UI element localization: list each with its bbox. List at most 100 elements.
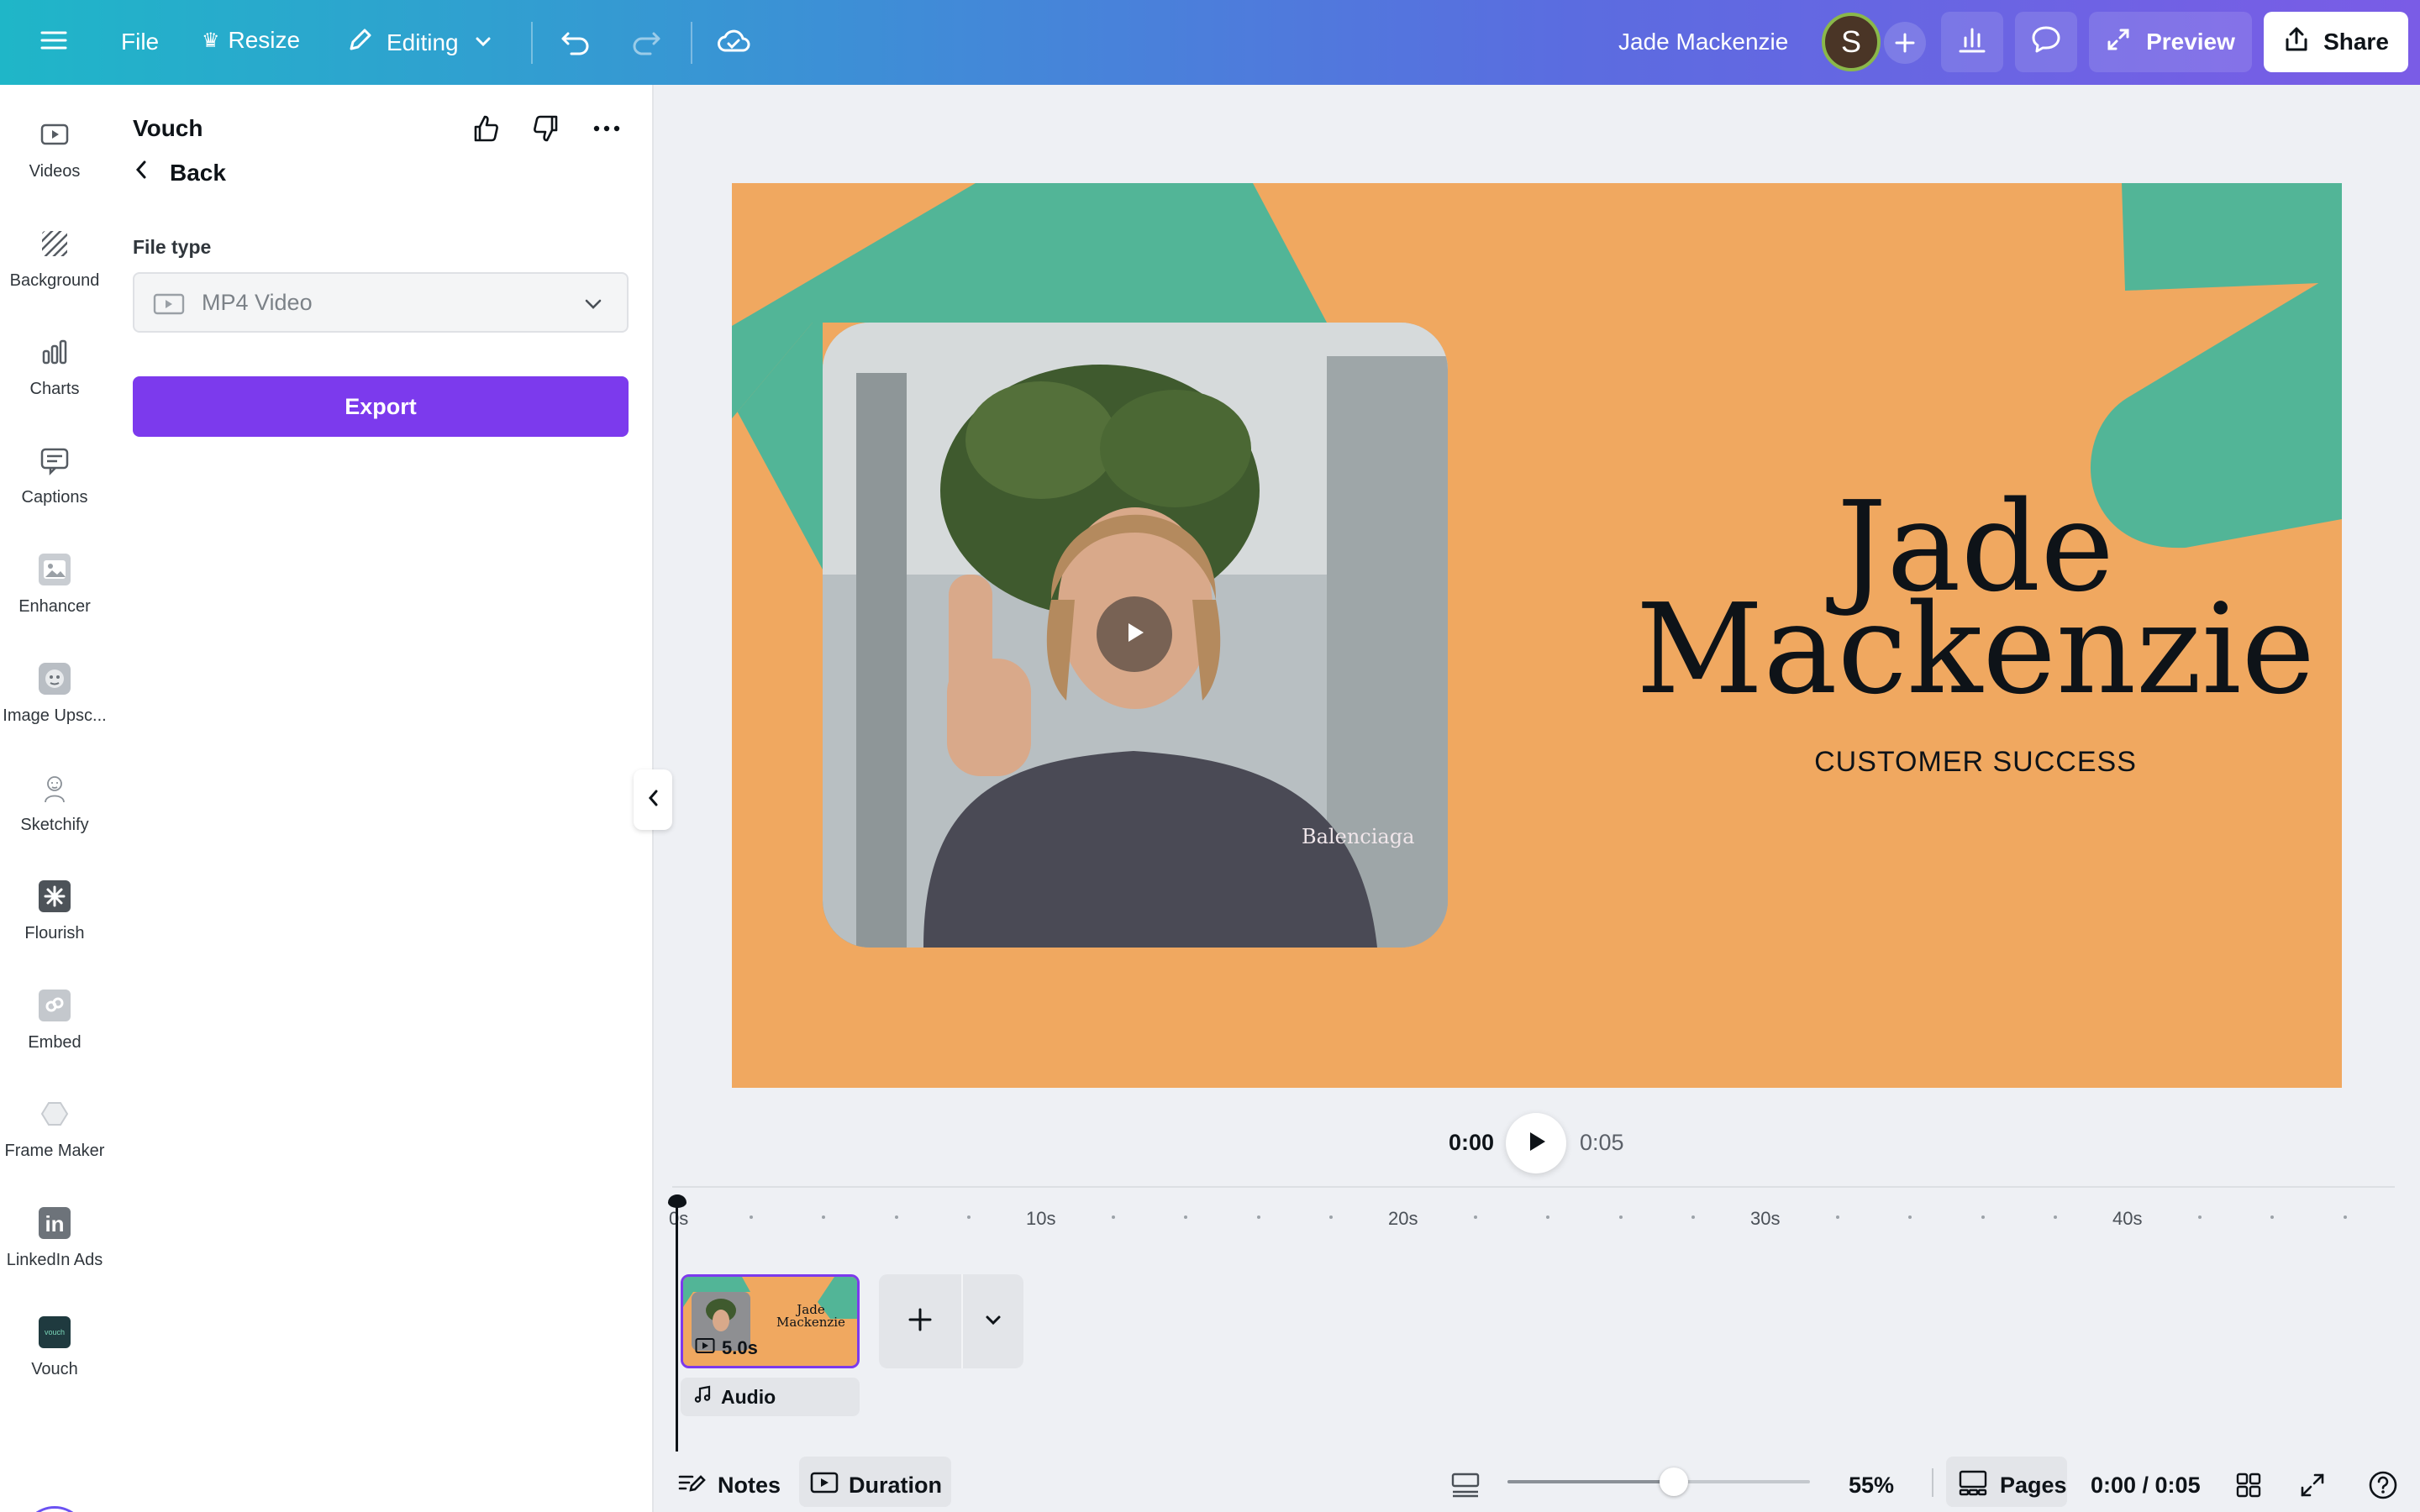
back-button[interactable]: Back — [133, 159, 226, 186]
rail-item-frame-maker[interactable]: Frame Maker — [0, 1098, 109, 1199]
comments-button[interactable] — [2015, 12, 2077, 72]
more-options-icon[interactable] — [587, 108, 627, 149]
collapse-panel-button[interactable] — [634, 769, 672, 830]
embed-icon — [39, 990, 71, 1021]
share-button[interactable]: Share — [2264, 12, 2408, 72]
chevron-down-icon — [583, 294, 603, 320]
current-time: 0:00 — [1449, 1130, 1495, 1155]
rail-label: Frame Maker — [4, 1142, 105, 1160]
insights-button[interactable] — [1941, 12, 2003, 72]
toolbar-divider — [531, 22, 533, 64]
rail-item-background[interactable]: Background — [0, 228, 109, 328]
slide-canvas[interactable]: Balenciaga Jade Mackenzie CUSTOMER SUCCE… — [732, 183, 2342, 1088]
ruler-tick — [1256, 1215, 1260, 1219]
rail-label: Enhancer — [18, 597, 91, 616]
document-title[interactable]: Jade Mackenzie — [1618, 29, 1788, 55]
tick-label: 40s — [2112, 1208, 2143, 1229]
rail-item-videos[interactable]: Videos — [0, 118, 109, 219]
video-play-button[interactable] — [1097, 596, 1172, 672]
video-icon — [39, 118, 71, 150]
video-icon — [810, 1471, 839, 1500]
undo-icon[interactable] — [560, 27, 592, 57]
play-button[interactable] — [1506, 1113, 1566, 1173]
avatar[interactable]: S — [1822, 13, 1881, 71]
notes-button[interactable]: Notes — [677, 1462, 781, 1509]
crown-icon: ♛ — [202, 29, 220, 52]
clip-duration-badge: 5.0s — [695, 1337, 758, 1359]
audio-track[interactable]: Audio — [681, 1378, 860, 1416]
zoom-percentage[interactable]: 55% — [1849, 1462, 1894, 1509]
add-page-button[interactable] — [879, 1274, 963, 1368]
notes-label: Notes — [718, 1472, 781, 1498]
rail-item-captions[interactable]: Captions — [0, 444, 109, 545]
captions-icon — [39, 444, 71, 476]
total-time: 0:05 — [1580, 1130, 1624, 1155]
grid-view-icon[interactable] — [2235, 1462, 2262, 1509]
rail-label: Videos — [29, 162, 81, 181]
magic-assistant-button[interactable] — [22, 1506, 87, 1512]
slide-heading[interactable]: Jade Mackenzie — [1631, 485, 2320, 711]
timeline-clip[interactable]: Jade Mackenzie 5.0s — [681, 1274, 860, 1368]
cloud-save-icon[interactable] — [716, 25, 751, 57]
file-menu[interactable]: File — [121, 29, 159, 55]
zoom-slider-fill — [1507, 1480, 1674, 1483]
chevron-left-icon — [646, 788, 660, 812]
toolbar-divider — [691, 22, 692, 64]
editing-mode-dropdown[interactable]: Editing — [346, 25, 492, 60]
thumbs-down-icon[interactable] — [526, 108, 566, 149]
redo-icon[interactable] — [630, 27, 662, 57]
ruler-tick — [822, 1215, 826, 1219]
duration-button-content[interactable]: Duration — [810, 1462, 942, 1509]
pages-button-content[interactable]: Pages — [1958, 1462, 2067, 1509]
ruler-tick — [1691, 1215, 1695, 1219]
tick-label: 10s — [1026, 1208, 1056, 1229]
share-label: Share — [2323, 29, 2389, 55]
video-icon — [695, 1337, 715, 1359]
rail-label: Embed — [28, 1033, 82, 1052]
ruler-tick — [2053, 1215, 2057, 1219]
ruler-tick — [894, 1215, 898, 1219]
rail-item-embed[interactable]: Embed — [0, 990, 109, 1090]
music-note-icon — [692, 1384, 713, 1410]
rail-item-image-upscaler[interactable]: Image Upsc... — [0, 663, 109, 764]
page-layout-icon[interactable] — [1450, 1462, 1481, 1509]
rail-item-linkedin-ads[interactable]: in LinkedIn Ads — [0, 1207, 109, 1308]
ruler-tick — [1836, 1215, 1840, 1219]
ruler-tick — [1474, 1215, 1478, 1219]
slide-subtitle[interactable]: CUSTOMER SUCCESS — [1631, 746, 2320, 779]
menu-icon[interactable] — [39, 25, 69, 55]
resize-button[interactable]: ♛ Resize — [202, 27, 300, 54]
add-collaborator-icon[interactable] — [1884, 22, 1926, 64]
video-element[interactable]: Balenciaga — [823, 323, 1448, 948]
ruler-tick — [750, 1215, 754, 1219]
plus-icon — [907, 1306, 934, 1337]
comment-icon — [2030, 24, 2062, 60]
rail-label: Flourish — [24, 924, 85, 942]
left-rail: Videos Background Charts Captions Enhanc… — [0, 85, 109, 1512]
rail-label: Charts — [29, 380, 80, 398]
charts-icon — [39, 336, 71, 368]
playhead[interactable] — [676, 1200, 678, 1452]
playhead-handle[interactable] — [668, 1194, 687, 1208]
ruler-tick — [1184, 1215, 1188, 1219]
rail-item-enhancer[interactable]: Enhancer — [0, 554, 109, 654]
fullscreen-icon[interactable] — [2299, 1462, 2326, 1509]
preview-button[interactable]: Preview — [2089, 12, 2252, 72]
rail-item-vouch[interactable]: vouch Vouch — [0, 1316, 109, 1417]
add-page-options-button[interactable] — [963, 1274, 1023, 1368]
ruler-tick — [2343, 1215, 2347, 1219]
file-type-select[interactable]: MP4 Video — [133, 272, 629, 333]
rail-item-charts[interactable]: Charts — [0, 336, 109, 437]
zoom-slider-handle[interactable] — [1660, 1467, 1688, 1496]
vouch-icon: vouch — [39, 1316, 71, 1348]
export-button[interactable]: Export — [133, 376, 629, 437]
play-icon — [1120, 618, 1149, 651]
rail-label: Sketchify — [20, 816, 89, 834]
rail-item-flourish[interactable]: Flourish — [0, 880, 109, 981]
ruler-tick — [966, 1215, 971, 1219]
thumbs-up-icon[interactable] — [466, 108, 506, 149]
rail-label: LinkedIn Ads — [6, 1251, 103, 1269]
help-icon[interactable] — [2368, 1462, 2398, 1509]
notes-icon — [677, 1470, 706, 1501]
rail-item-sketchify[interactable]: Sketchify — [0, 772, 109, 873]
